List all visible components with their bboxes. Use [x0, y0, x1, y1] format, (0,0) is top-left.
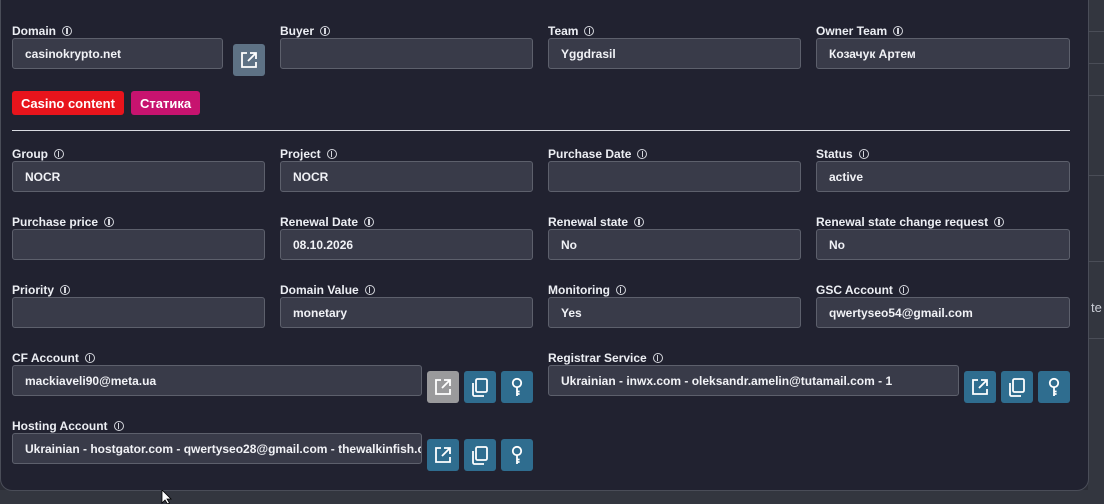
purchase-price-label: Purchase price: [12, 215, 115, 229]
external-link-icon: [435, 447, 451, 463]
copy-icon: [472, 378, 488, 397]
open-cf-account-button[interactable]: [427, 371, 459, 403]
info-icon[interactable]: [898, 285, 909, 295]
copy-icon: [1009, 378, 1025, 397]
status-label: Status: [816, 147, 869, 161]
domain-value-label: Domain Value: [280, 283, 375, 297]
renewal-date-input[interactable]: 08.10.2026: [280, 229, 533, 260]
copy-icon: [472, 446, 488, 465]
info-icon[interactable]: [584, 26, 595, 36]
info-icon[interactable]: [320, 26, 331, 36]
background-text: te: [1091, 300, 1102, 315]
team-label: Team: [548, 24, 595, 38]
key-hosting-button[interactable]: [501, 439, 533, 471]
hosting-account-input[interactable]: Ukrainian - hostgator.com - qwertyseo28@…: [12, 433, 422, 464]
monitoring-input[interactable]: Yes: [548, 297, 801, 328]
priority-label: Priority: [12, 283, 71, 297]
purchase-price-input[interactable]: [12, 229, 265, 260]
gsc-account-input[interactable]: qwertyseo54@gmail.com: [816, 297, 1070, 328]
copy-cf-account-button[interactable]: [464, 371, 496, 403]
renewal-state-label: Renewal state: [548, 215, 645, 229]
domain-input[interactable]: casinokrypto.net: [12, 38, 223, 69]
renewal-date-label: Renewal Date: [280, 215, 375, 229]
buyer-label: Buyer: [280, 24, 331, 38]
section-divider: [12, 130, 1070, 131]
group-label: Group: [12, 147, 64, 161]
info-icon[interactable]: [994, 217, 1005, 227]
open-registrar-button[interactable]: [964, 371, 996, 403]
purchase-date-label: Purchase Date: [548, 147, 648, 161]
open-domain-button[interactable]: [233, 44, 265, 76]
info-icon[interactable]: [637, 149, 648, 159]
info-icon[interactable]: [62, 26, 73, 36]
key-icon: [511, 445, 523, 464]
domain-label: Domain: [12, 24, 73, 38]
info-icon[interactable]: [54, 149, 64, 159]
external-link-icon: [241, 52, 257, 68]
info-icon[interactable]: [364, 285, 375, 295]
renewal-change-request-input[interactable]: No: [816, 229, 1070, 260]
gsc-account-label: GSC Account: [816, 283, 909, 297]
status-input[interactable]: active: [816, 161, 1070, 192]
info-icon[interactable]: [104, 217, 115, 227]
tag-casino-content[interactable]: Casino content: [12, 91, 124, 115]
cf-account-label: CF Account: [12, 351, 95, 365]
key-icon: [1048, 377, 1060, 396]
owner-team-label: Owner Team: [816, 24, 904, 38]
priority-input[interactable]: [12, 297, 265, 328]
info-icon[interactable]: [858, 149, 869, 159]
copy-registrar-button[interactable]: [1001, 371, 1033, 403]
key-icon: [511, 377, 523, 396]
buyer-input[interactable]: [280, 38, 533, 69]
info-icon[interactable]: [326, 149, 337, 159]
info-icon[interactable]: [634, 217, 645, 227]
domain-value-input[interactable]: monetary: [280, 297, 533, 328]
info-icon[interactable]: [113, 421, 124, 431]
renewal-change-request-label: Renewal state change request: [816, 215, 1005, 229]
info-icon[interactable]: [893, 26, 904, 36]
external-link-icon: [972, 379, 988, 395]
copy-hosting-button[interactable]: [464, 439, 496, 471]
info-icon[interactable]: [615, 285, 626, 295]
info-icon[interactable]: [652, 353, 663, 363]
info-icon[interactable]: [60, 285, 71, 295]
registrar-service-input[interactable]: Ukrainian - inwx.com - oleksandr.amelin@…: [548, 365, 959, 396]
project-input[interactable]: NOCR: [280, 161, 533, 192]
registrar-service-label: Registrar Service: [548, 351, 663, 365]
info-icon[interactable]: [364, 217, 375, 227]
cf-account-input[interactable]: mackiaveli90@meta.ua: [12, 365, 422, 396]
info-icon[interactable]: [84, 353, 95, 363]
hosting-account-label: Hosting Account: [12, 419, 124, 433]
monitoring-label: Monitoring: [548, 283, 626, 297]
key-registrar-button[interactable]: [1038, 371, 1070, 403]
tag-statika[interactable]: Статика: [131, 91, 201, 115]
open-hosting-button[interactable]: [427, 439, 459, 471]
background-table-edge: te: [1088, 0, 1104, 504]
group-input[interactable]: NOCR: [12, 161, 265, 192]
purchase-date-input[interactable]: [548, 161, 801, 192]
external-link-icon: [435, 379, 451, 395]
key-cf-account-button[interactable]: [501, 371, 533, 403]
team-input[interactable]: Yggdrasil: [548, 38, 801, 69]
project-label: Project: [280, 147, 337, 161]
renewal-state-input[interactable]: No: [548, 229, 801, 260]
owner-team-input[interactable]: Козачук Артем: [816, 38, 1070, 69]
mouse-cursor-icon: [161, 490, 172, 504]
